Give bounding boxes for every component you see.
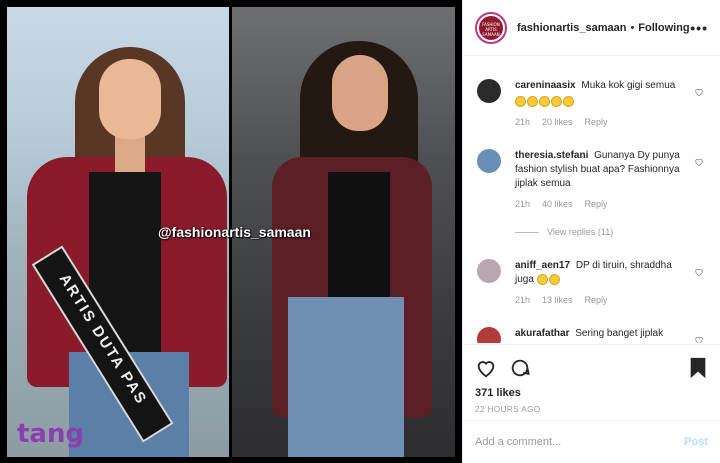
comment-time: 21h [515,199,531,209]
comment-text: Muka kok gigi semua [581,80,676,91]
action-row [475,355,708,381]
post-timestamp[interactable]: 22 HOURS AGO [475,405,708,414]
comment-time: 21h [515,295,531,305]
account-username[interactable]: fashionartis_samaan [517,22,626,34]
like-comment-heart-icon[interactable] [694,335,704,343]
watermark-text: @fashionartis_samaan [158,224,311,240]
grin-sweat-emoji-icon [536,273,548,285]
grin-sweat-emoji-icon [563,95,574,107]
post-media[interactable]: ARTIS DUTA PAS tang @fashionartis_samaan [0,0,462,463]
reply-button[interactable]: Reply [585,199,608,209]
left-logo: tang [17,419,85,449]
more-options-icon[interactable]: ••• [690,20,708,36]
add-comment-bar: Post [463,420,720,463]
header-separator: • [630,21,635,34]
like-comment-heart-icon[interactable] [694,267,704,277]
comment-body: aniff_aen17 DP di tiruin, shraddha juga [515,259,692,287]
post-panel: FASHION ARTIS SAMAAN fashionartis_samaan… [462,0,720,463]
comment-body: careninaasix Muka kok gigi semua [515,79,692,109]
comment-item: akurafathar Sering banget jiplak [463,305,720,343]
grin-sweat-emoji-icon [527,95,538,107]
comment-body: akurafathar Sering banget jiplak [515,327,692,341]
grin-sweat-emoji-icon [548,273,560,285]
add-comment-input[interactable] [475,436,685,448]
comment-meta: 21h 40 likes Reply [515,199,692,209]
comment-username[interactable]: aniff_aen17 [515,260,570,271]
post-actions: 371 likes 22 HOURS AGO [463,344,720,414]
comment-meta: 21h 20 likes Reply [515,117,692,127]
comment-item: theresia.stefani Gunanya Dy punya fashio… [463,127,720,209]
bookmark-icon[interactable] [688,357,708,379]
grin-sweat-emoji-icon [551,95,562,107]
like-comment-heart-icon[interactable] [694,87,704,97]
commenter-avatar[interactable] [477,79,501,103]
right-person-jeans [288,297,404,457]
account-avatar[interactable]: FASHION ARTIS SAMAAN [475,11,507,44]
view-replies-button[interactable]: View replies (11) [463,209,720,237]
comment-likes[interactable]: 13 likes [542,295,573,305]
commenter-avatar[interactable] [477,327,501,343]
grin-sweat-emoji-icon [515,95,526,107]
comment-username[interactable]: careninaasix [515,80,576,91]
reply-button[interactable]: Reply [585,295,608,305]
post-header: FASHION ARTIS SAMAAN fashionartis_samaan… [463,0,720,56]
like-comment-heart-icon[interactable] [694,157,704,167]
likes-count[interactable]: 371 likes [475,387,708,399]
comment-likes[interactable]: 20 likes [542,117,573,127]
commenter-avatar[interactable] [477,259,501,283]
view-replies-line [515,231,539,233]
emoji-row [515,95,692,109]
comment-text: Sering banget jiplak [575,328,664,339]
comments-list[interactable]: careninaasix Muka kok gigi semua 21h 20 … [463,57,720,343]
comment-username[interactable]: akurafathar [515,328,569,339]
comment-item: aniff_aen17 DP di tiruin, shraddha juga … [463,237,720,305]
comment-item: careninaasix Muka kok gigi semua 21h 20 … [463,57,720,127]
following-button[interactable]: Following [638,22,689,34]
right-person-shirt [328,172,390,302]
left-person-face [99,59,161,139]
comment-username[interactable]: theresia.stefani [515,150,588,161]
comment-time: 21h [515,117,531,127]
comment-body: theresia.stefani Gunanya Dy punya fashio… [515,149,692,191]
post-comment-button[interactable]: Post [684,436,708,448]
commenter-avatar[interactable] [477,149,501,173]
comment-meta: 21h 13 likes Reply [515,295,692,305]
reply-button[interactable]: Reply [585,117,608,127]
view-replies-label: View replies (11) [547,227,614,237]
right-person-face [332,55,388,131]
comment-bubble-icon[interactable] [509,357,531,379]
comment-likes[interactable]: 40 likes [542,199,573,209]
account-avatar-text: FASHION ARTIS SAMAAN [479,15,503,40]
grin-sweat-emoji-icon [539,95,550,107]
like-heart-icon[interactable] [475,357,497,379]
